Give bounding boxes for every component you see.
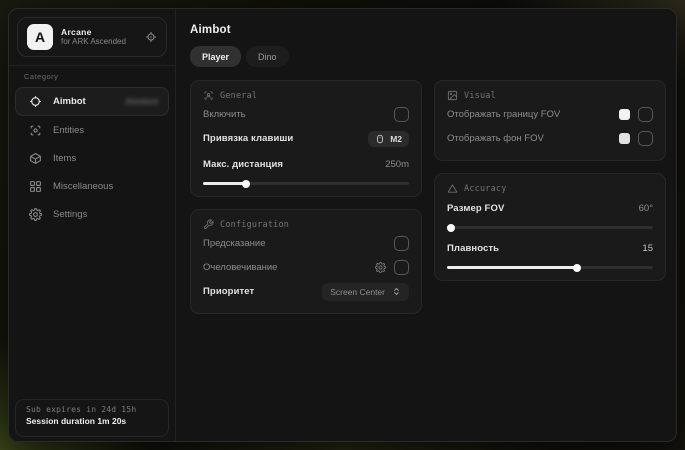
sub-expires-text: Sub expires in 24d 15h: [26, 405, 158, 414]
fov-background-label: Отображать фон FOV: [447, 133, 544, 144]
max-distance-value: 250m: [385, 159, 409, 170]
sidebar-item-aimbot[interactable]: Aimbot Aimbot: [15, 87, 169, 116]
sidebar: A Arcane for ARK Ascended Category: [9, 9, 176, 441]
priority-dropdown[interactable]: Screen Center: [322, 283, 409, 301]
slider-thumb[interactable]: [573, 264, 581, 272]
image-icon: [447, 90, 458, 101]
sidebar-item-label: Items: [53, 153, 76, 164]
sidebar-item-items[interactable]: Items: [15, 144, 169, 173]
card-title: Accuracy: [464, 184, 507, 194]
card-title: General: [220, 91, 257, 101]
crosshair-icon: [29, 95, 42, 108]
humanization-label: Очеловечивание: [203, 262, 277, 273]
fov-size-slider[interactable]: [447, 226, 653, 229]
max-distance-slider[interactable]: [203, 182, 409, 185]
sidebar-item-label: Entities: [53, 125, 84, 136]
card-title: Configuration: [220, 220, 289, 230]
app-logo: A: [27, 24, 53, 50]
fov-border-color-swatch[interactable]: [619, 109, 630, 120]
wrench-icon: [203, 219, 214, 230]
general-card: General Включить Привязка клавиши: [190, 80, 422, 197]
slider-thumb[interactable]: [447, 224, 455, 232]
smoothness-slider[interactable]: [447, 266, 653, 269]
scan-icon: [29, 124, 42, 137]
fov-background-color-swatch[interactable]: [619, 133, 630, 144]
fov-border-checkbox[interactable]: [638, 107, 653, 122]
configuration-card: Configuration Предсказание Очеловечивани…: [190, 209, 422, 314]
sidebar-item-settings[interactable]: Settings: [15, 200, 169, 229]
gear-icon[interactable]: [375, 262, 386, 273]
prediction-label: Предсказание: [203, 238, 266, 249]
card-title: Visual: [464, 91, 496, 101]
category-label: Category: [24, 72, 175, 81]
priority-label: Приоритет: [203, 286, 254, 297]
fov-background-checkbox[interactable]: [638, 131, 653, 146]
priority-value: Screen Center: [330, 287, 385, 297]
sidebar-item-miscellaneous[interactable]: Miscellaneous: [15, 172, 169, 201]
sidebar-item-label: Miscellaneous: [53, 181, 113, 192]
keybind-button[interactable]: M2: [368, 131, 409, 147]
smoothness-value: 15: [642, 243, 653, 254]
enable-label: Включить: [203, 109, 246, 120]
brand-card: A Arcane for ARK Ascended: [17, 17, 167, 57]
sidebar-nav: Aimbot Aimbot Entities Item: [9, 87, 175, 228]
fov-size-value: 60°: [639, 203, 653, 214]
fov-size-label: Размер FOV: [447, 203, 504, 214]
sidebar-divider: [9, 65, 175, 66]
max-distance-label: Макс. дистанция: [203, 159, 283, 170]
sidebar-item-label: Settings: [53, 209, 87, 220]
mouse-icon: [375, 134, 385, 144]
fov-border-label: Отображать границу FOV: [447, 109, 560, 120]
keybind-value: M2: [390, 134, 402, 144]
accuracy-card: Accuracy Размер FOV 60° Плавность 15: [434, 173, 666, 281]
session-duration-text: Session duration 1m 20s: [26, 416, 158, 426]
chevrons-up-down-icon: [392, 287, 401, 296]
main-content: Aimbot Player Dino General: [176, 9, 677, 441]
prediction-checkbox[interactable]: [394, 236, 409, 251]
tab-player[interactable]: Player: [190, 46, 241, 67]
grid-icon: [29, 180, 42, 193]
keybind-label: Привязка клавиши: [203, 133, 293, 144]
enable-checkbox[interactable]: [394, 107, 409, 122]
smoothness-label: Плавность: [447, 243, 499, 254]
cheat-menu-window: A Arcane for ARK Ascended Category: [8, 8, 677, 442]
subscription-info-card: Sub expires in 24d 15h Session duration …: [15, 399, 169, 437]
box-icon: [29, 152, 42, 165]
crosshair-icon[interactable]: [145, 31, 157, 43]
humanization-checkbox[interactable]: [394, 260, 409, 275]
aimbot-ghost-text: Aimbot: [125, 96, 158, 107]
triangle-icon: [447, 183, 458, 194]
gear-icon: [29, 208, 42, 221]
visual-card: Visual Отображать границу FOV Отображать…: [434, 80, 666, 161]
sidebar-item-label: Aimbot: [53, 96, 86, 107]
page-title: Aimbot: [190, 24, 666, 36]
person-scan-icon: [203, 90, 214, 101]
app-subtitle: for ARK Ascended: [61, 37, 137, 47]
app-name: Arcane: [61, 27, 137, 38]
slider-thumb[interactable]: [242, 180, 250, 188]
sidebar-item-entities[interactable]: Entities: [15, 116, 169, 145]
tab-bar: Player Dino: [190, 46, 666, 67]
tab-dino[interactable]: Dino: [246, 46, 289, 67]
